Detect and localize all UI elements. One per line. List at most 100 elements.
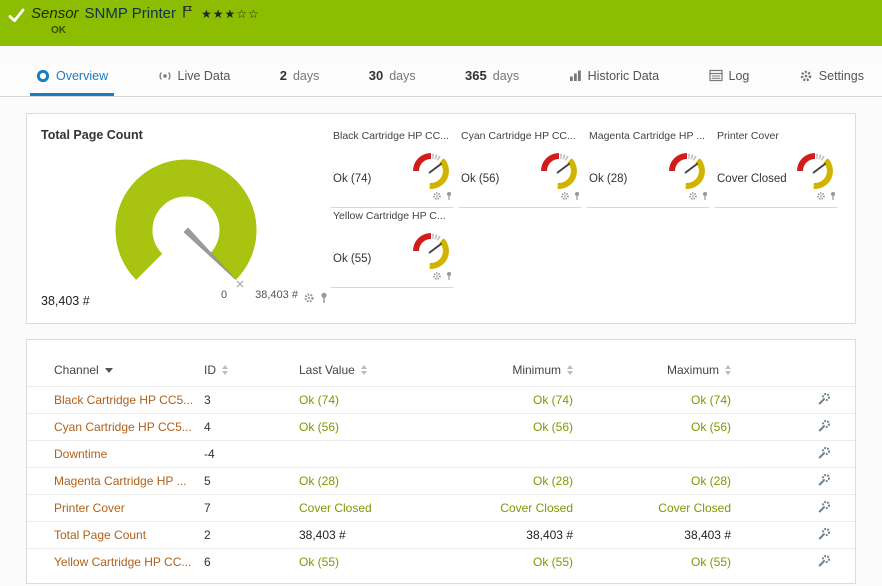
column-header-channel[interactable]: Channel <box>54 363 204 377</box>
gauge-pin-icon[interactable] <box>445 188 453 206</box>
tab-30-days[interactable]: 30 days <box>363 58 422 96</box>
tab-label: Historic Data <box>588 69 660 83</box>
gauge-pin-icon[interactable] <box>573 188 581 206</box>
gauge-pin-icon[interactable] <box>445 268 453 286</box>
overview-icon <box>36 69 50 83</box>
column-header-minimum[interactable]: Minimum <box>459 363 573 377</box>
gauge-pin-icon[interactable] <box>701 188 709 206</box>
channel-link[interactable]: Downtime <box>54 447 204 461</box>
small-gauge-dial <box>409 149 453 193</box>
channel-settings-icon[interactable] <box>731 473 841 490</box>
gauge-gear-icon[interactable] <box>432 188 442 206</box>
channel-id: -4 <box>204 447 299 461</box>
small-gauge-title: Yellow Cartridge HP C... <box>333 210 453 225</box>
gauge-gear-icon[interactable] <box>432 268 442 286</box>
gauge-gear-icon[interactable] <box>560 188 570 206</box>
small-gauge-black-cartridge: Black Cartridge HP CC... Ok (74) <box>331 128 453 208</box>
column-header-id[interactable]: ID <box>204 363 299 377</box>
log-icon <box>709 69 723 82</box>
small-gauge-value: Ok (74) <box>333 173 371 185</box>
sensor-name: SNMP Printer <box>85 5 176 22</box>
column-header-last-value[interactable]: Last Value <box>299 363 459 377</box>
small-gauge-title: Black Cartridge HP CC... <box>333 130 453 145</box>
tab-day-count: 365 <box>465 68 487 83</box>
table-row: Magenta Cartridge HP ... 5 Ok (28) Ok (2… <box>27 467 855 494</box>
tab-label: Overview <box>56 69 108 83</box>
small-gauge-value: Ok (55) <box>333 253 371 265</box>
small-gauge-title: Printer Cover <box>717 130 837 145</box>
gauge-scale-min: 0 <box>221 289 227 301</box>
small-gauge-title: Magenta Cartridge HP ... <box>589 130 709 145</box>
tab-365-days[interactable]: 365 days <box>459 58 525 96</box>
sort-icon <box>725 365 731 375</box>
minimum-value: 38,403 # <box>459 528 573 542</box>
tab-settings[interactable]: Settings <box>793 58 870 96</box>
channel-settings-icon[interactable] <box>731 419 841 436</box>
channel-link[interactable]: Yellow Cartridge HP CC... <box>54 555 204 569</box>
ok-check-icon <box>8 8 25 28</box>
sensor-type-label: Sensor <box>31 5 79 22</box>
tab-overview[interactable]: Overview <box>30 58 114 96</box>
channel-settings-icon[interactable] <box>731 446 841 463</box>
tab-day-word: days <box>493 69 519 83</box>
channel-settings-icon[interactable] <box>731 527 841 544</box>
channel-settings-icon[interactable] <box>731 554 841 571</box>
table-row: Yellow Cartridge HP CC... 6 Ok (55) Ok (… <box>27 548 855 575</box>
flag-icon[interactable] <box>182 5 193 22</box>
last-value: Ok (28) <box>299 474 459 488</box>
channel-table: Channel ID Last Value Minimum Maximum Bl… <box>26 339 856 584</box>
small-gauge-dial <box>537 149 581 193</box>
tab-day-count: 2 <box>280 68 287 83</box>
last-value: Ok (56) <box>299 420 459 434</box>
minimum-value: Ok (28) <box>459 474 573 488</box>
channel-link[interactable]: Magenta Cartridge HP ... <box>54 474 204 488</box>
tab-label: Settings <box>819 69 864 83</box>
last-value: 38,403 # <box>299 528 459 542</box>
gauge-scale: 0 38,403 # <box>221 289 298 301</box>
gauge-pin-icon[interactable] <box>319 291 329 309</box>
table-row: Cyan Cartridge HP CC5... 4 Ok (56) Ok (5… <box>27 413 855 440</box>
maximum-value: Cover Closed <box>573 501 731 515</box>
tab-log[interactable]: Log <box>703 58 756 96</box>
minimum-value: Cover Closed <box>459 501 573 515</box>
gauge-gear-icon[interactable] <box>303 291 315 309</box>
gauge-gear-icon[interactable] <box>816 188 826 206</box>
minimum-value: Ok (55) <box>459 555 573 569</box>
channel-link[interactable]: Printer Cover <box>54 501 204 515</box>
channel-id: 6 <box>204 555 299 569</box>
tab-2-days[interactable]: 2 days <box>274 58 326 96</box>
gauges-panel: Total Page Count 0 38,403 # 38,403 # Bla… <box>26 113 856 324</box>
minimum-value: Ok (74) <box>459 393 573 407</box>
gauge-current-value: 38,403 # <box>41 294 90 308</box>
small-gauge-cyan-cartridge: Cyan Cartridge HP CC... Ok (56) <box>459 128 581 208</box>
small-gauge-yellow-cartridge: Yellow Cartridge HP C... Ok (55) <box>331 208 453 288</box>
small-gauge-dial <box>409 229 453 273</box>
priority-stars[interactable]: ★★★☆☆ <box>201 7 260 21</box>
small-gauges-grid: Black Cartridge HP CC... Ok (74) Cyan Ca… <box>331 124 843 313</box>
channel-link[interactable]: Total Page Count <box>54 528 204 542</box>
channel-link[interactable]: Black Cartridge HP CC5... <box>54 393 204 407</box>
tab-day-word: days <box>389 69 415 83</box>
tab-live-data[interactable]: Live Data <box>152 58 237 96</box>
sort-icon <box>361 365 367 375</box>
tab-historic-data[interactable]: Historic Data <box>563 58 666 96</box>
table-header-row: Channel ID Last Value Minimum Maximum <box>27 354 855 386</box>
table-row: Downtime -4 <box>27 440 855 467</box>
maximum-value: Ok (55) <box>573 555 731 569</box>
gauge-dial <box>91 144 281 296</box>
last-value: Ok (74) <box>299 393 459 407</box>
column-header-maximum[interactable]: Maximum <box>573 363 731 377</box>
channel-id: 3 <box>204 393 299 407</box>
table-row: Total Page Count 2 38,403 # 38,403 # 38,… <box>27 521 855 548</box>
live-data-icon <box>158 69 172 83</box>
channel-id: 4 <box>204 420 299 434</box>
channel-settings-icon[interactable] <box>731 500 841 517</box>
small-gauge-value: Cover Closed <box>717 173 787 185</box>
gauge-gear-icon[interactable] <box>688 188 698 206</box>
small-gauge-magenta-cartridge: Magenta Cartridge HP ... Ok (28) <box>587 128 709 208</box>
gauge-pin-icon[interactable] <box>829 188 837 206</box>
channel-settings-icon[interactable] <box>731 392 841 409</box>
tab-bar: Overview Live Data 2 days 30 days 365 da… <box>0 58 882 97</box>
sensor-status-badge: OK <box>51 25 260 36</box>
channel-link[interactable]: Cyan Cartridge HP CC5... <box>54 420 204 434</box>
